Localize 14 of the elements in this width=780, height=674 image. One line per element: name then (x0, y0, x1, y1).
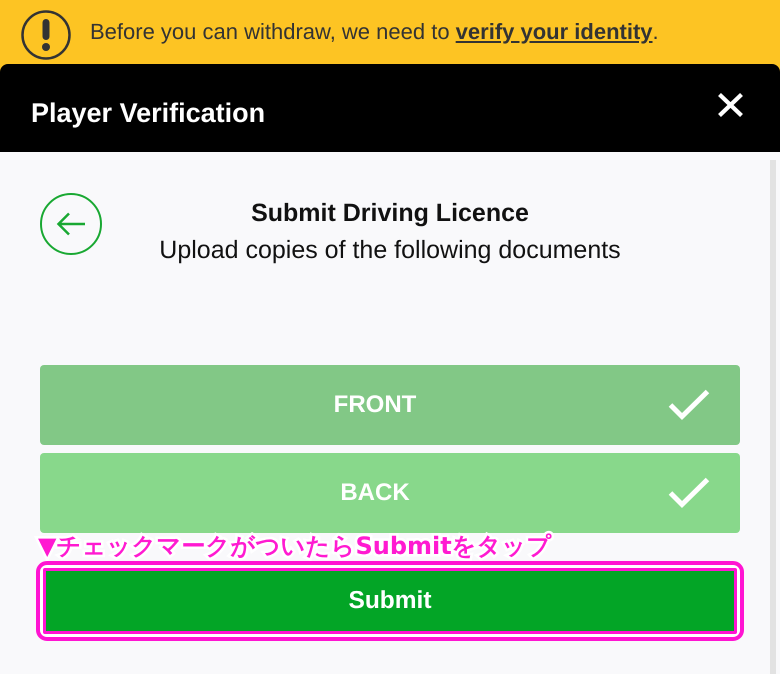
dialog-title: Player Verification (31, 98, 266, 128)
back-button[interactable] (40, 193, 102, 255)
step-subtitle: Upload copies of the following documents (159, 235, 621, 265)
arrow-left-icon (56, 212, 86, 236)
document-upload-button[interactable]: FRONT (40, 365, 740, 445)
close-button[interactable] (718, 93, 743, 117)
step-title: Submit Driving Licence (251, 198, 529, 228)
submit-button[interactable]: Submit (43, 568, 737, 634)
annotation-note: ▼チェックマークがついたらSubmitをタップ (38, 533, 552, 559)
close-icon (718, 93, 743, 117)
verify-identity-link[interactable]: verify your identity (456, 19, 653, 44)
warning-message: Before you can withdraw, we need to verify your identity. (90, 19, 659, 45)
warning-icon (21, 10, 71, 60)
document-upload-button[interactable]: BACK (40, 453, 740, 533)
